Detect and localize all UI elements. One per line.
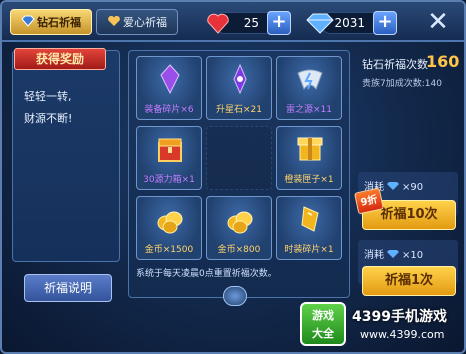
prize-slot-empty — [206, 126, 272, 190]
close-icon[interactable]: ✕ — [424, 8, 452, 36]
purple-star-crystal-icon — [233, 63, 247, 95]
prize-slot[interactable]: 装备碎片×6 — [136, 56, 202, 120]
prize-label: 时装碎片×1 — [284, 245, 334, 255]
prize-slot[interactable]: 橙装匣子×1 — [276, 126, 342, 190]
spin-orb-icon — [223, 286, 247, 306]
prize-label: 升星石×21 — [216, 105, 262, 115]
purple-crystal-icon — [160, 64, 180, 95]
diamonds-counter: 2031 + — [306, 11, 397, 35]
prize-label: 金币×800 — [217, 245, 261, 255]
reward-title: 获得奖励 — [14, 48, 106, 70]
prize-slot[interactable]: 金币×800 — [206, 196, 272, 260]
site-watermark: 游戏 大全 4399手机游戏 www.4399.com — [300, 300, 460, 350]
game-window: 钻石祈福 爱心祈福 25 + 2031 + ✕ 获得奖励 轻轻一转, 财源不断!… — [0, 0, 466, 354]
logo-line: 大全 — [312, 327, 334, 340]
vip-bonus-note: 贵族7加成次数:140 — [362, 79, 442, 89]
gold-box-icon — [297, 137, 323, 161]
watermark-title: 4399手机游戏 — [352, 309, 447, 325]
gold-coins-icon — [157, 211, 183, 234]
prize-slot[interactable]: 时装碎片×1 — [276, 196, 342, 260]
tab-label: 钻石祈福 — [37, 16, 81, 29]
gold-fragment-icon — [301, 206, 319, 232]
rules-button[interactable]: 祈福说明 — [24, 274, 112, 302]
tab-diamond-pray[interactable]: 钻石祈福 — [10, 9, 92, 35]
prize-label: 雷之源×11 — [286, 105, 332, 115]
slogan: 轻轻一转, 财源不断! — [24, 86, 110, 130]
heart-currency-icon — [207, 13, 229, 34]
diamonds-value: 2031 — [334, 16, 365, 30]
pray-count-label: 钻石祈福次数 — [362, 58, 428, 71]
cost-value: ×90 — [402, 182, 424, 193]
hearts-value: 25 — [243, 16, 259, 30]
thunder-source-icon — [297, 69, 323, 91]
prize-slot[interactable]: 30源力箱×1 — [136, 126, 202, 190]
watermark-url: www.4399.com — [360, 328, 445, 341]
add-diamonds-button[interactable]: + — [373, 11, 397, 35]
cost-value: ×10 — [402, 250, 424, 261]
add-hearts-button[interactable]: + — [267, 11, 291, 35]
prize-label: 橙装匣子×1 — [284, 175, 334, 185]
slogan-line: 轻轻一转, — [24, 90, 72, 103]
heart-icon — [108, 15, 120, 26]
pray-count-value: 160 — [426, 52, 460, 71]
tab-love-pray[interactable]: 爱心祈福 — [96, 9, 178, 35]
gold-coins-icon — [227, 211, 253, 234]
cost-one: 消耗 ×10 — [364, 246, 423, 261]
reset-note: 系统于每天凌晨0点重置祈福次数。 — [136, 269, 277, 279]
prize-slot[interactable]: 金币×1500 — [136, 196, 202, 260]
hearts-counter: 25 + — [207, 11, 291, 35]
red-chest-icon — [158, 138, 182, 162]
reward-panel — [12, 50, 120, 262]
prize-label: 金币×1500 — [144, 245, 194, 255]
diamond-currency-icon — [306, 13, 334, 34]
diamond-icon — [387, 182, 399, 190]
cost-label: 消耗 — [364, 250, 384, 261]
diamond-icon — [387, 250, 399, 258]
prize-slot[interactable]: 雷之源×11 — [276, 56, 342, 120]
watermark-logo: 游戏 大全 — [300, 302, 346, 346]
pray-one-button[interactable]: 祈福1次 — [362, 266, 456, 296]
logo-line: 游戏 — [312, 309, 334, 322]
prize-slot[interactable]: 升星石×21 — [206, 56, 272, 120]
tab-label: 爱心祈福 — [123, 16, 167, 29]
diamond-icon — [21, 15, 35, 27]
prize-label: 30源力箱×1 — [143, 175, 195, 185]
prize-label: 装备碎片×6 — [144, 105, 194, 115]
top-bar: 钻石祈福 爱心祈福 25 + 2031 + ✕ — [2, 2, 464, 42]
slogan-line: 财源不断! — [24, 112, 73, 125]
